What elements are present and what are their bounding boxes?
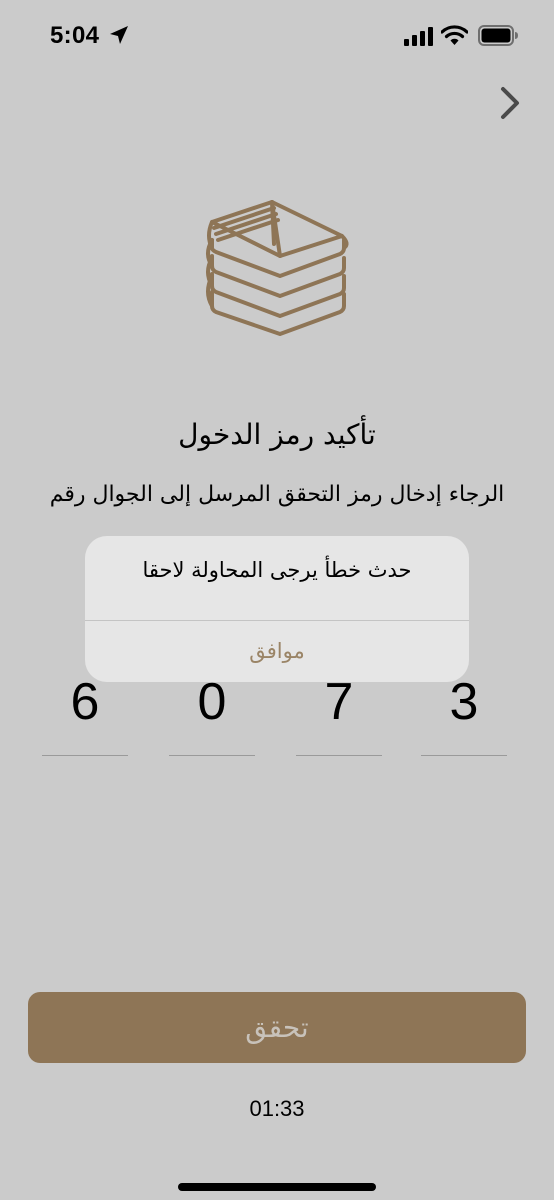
otp-underline [421, 755, 507, 756]
page-subtitle: الرجاء إدخال رمز التحقق المرسل إلى الجوا… [49, 482, 505, 507]
home-indicator[interactable] [178, 1183, 376, 1191]
alert-ok-button[interactable]: موافق [85, 621, 469, 682]
chevron-right-icon[interactable] [498, 86, 524, 120]
otp-underline [296, 755, 382, 756]
battery-icon [478, 25, 518, 46]
otp-underline [42, 755, 128, 756]
verify-button[interactable]: تحقق [28, 992, 526, 1063]
alert-message: حدث خطأ يرجى المحاولة لاحقا [142, 558, 412, 582]
error-alert-dialog: حدث خطأ يرجى المحاولة لاحقا موافق [85, 536, 469, 682]
location-arrow-icon [110, 26, 128, 44]
countdown-timer: 01:33 [249, 1096, 305, 1121]
page-title: تأكيد رمز الدخول [178, 418, 376, 451]
status-bar: 5:04 [0, 0, 554, 76]
status-time: 5:04 [50, 22, 100, 49]
otp-underline [169, 755, 255, 756]
stacked-books-logo [206, 200, 349, 336]
wifi-icon [441, 25, 468, 45]
cellular-signal-icon [404, 27, 433, 46]
